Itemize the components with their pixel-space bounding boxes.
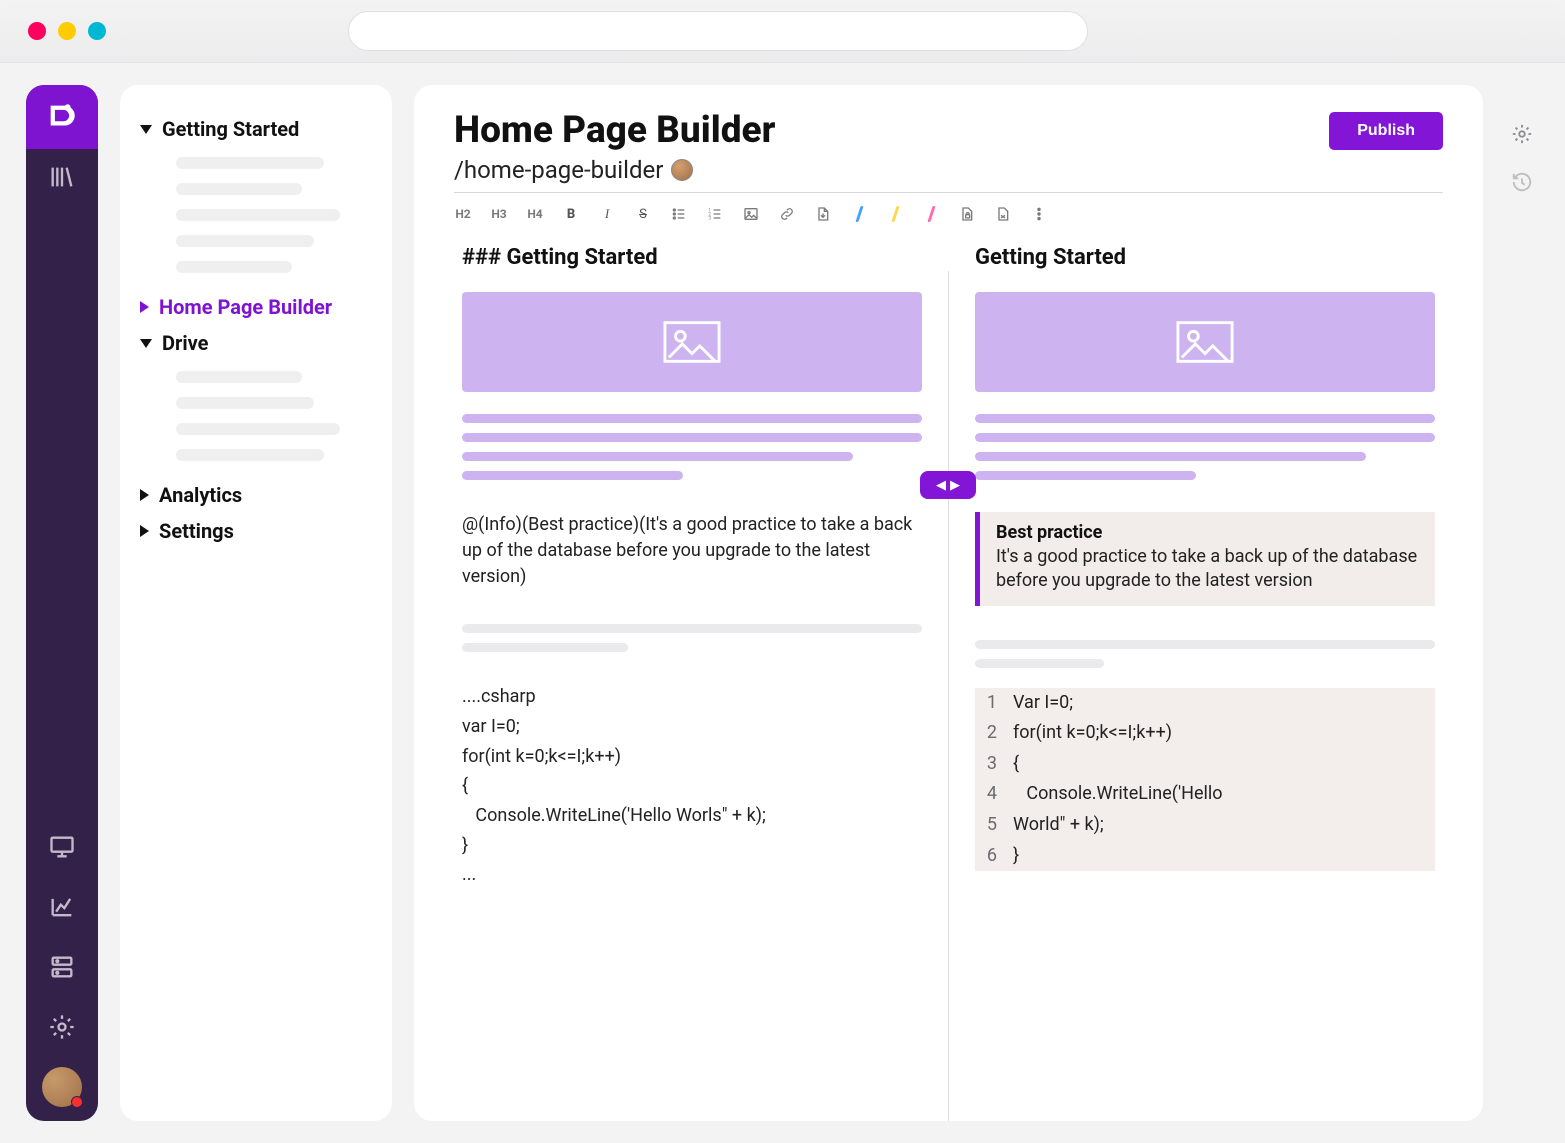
callout-title: Best practice [996, 522, 1419, 543]
paragraph-skeleton-gray [462, 624, 922, 652]
monitor-icon[interactable] [26, 819, 98, 875]
heading-h4-button[interactable]: H4 [526, 205, 544, 223]
image-button[interactable] [742, 205, 760, 223]
sidebar-item-analytics[interactable]: Analytics [138, 477, 374, 513]
preview-heading: Getting Started [975, 245, 1435, 270]
chevron-left-icon: ◀ [936, 478, 946, 493]
paragraph-skeleton [975, 414, 1435, 480]
strikethrough-button[interactable]: S [634, 205, 652, 223]
chevron-down-icon [140, 339, 152, 348]
slug-row: /home-page-builder [454, 156, 1443, 193]
callout-raw: @(Info)(Best practice)(It's a good pract… [462, 512, 922, 590]
callout-box: Best practice It's a good practice to ta… [975, 512, 1435, 606]
sidebar-item-home-page-builder[interactable]: Home Page Builder [138, 289, 374, 325]
sidebar-skeleton [176, 371, 374, 461]
code-block: 1Var I=0; 2for(int k=0;k<=I;k++) 3{ 4 Co… [975, 688, 1435, 872]
chevron-right-icon [140, 489, 149, 501]
line-number: 6 [975, 841, 1007, 872]
window-controls [28, 22, 106, 40]
line-number: 4 [975, 779, 1007, 810]
sidebar-item-settings[interactable]: Settings [138, 513, 374, 549]
source-heading: ### Getting Started [462, 245, 922, 270]
settings-icon[interactable] [1511, 123, 1533, 149]
sidebar-item-label: Settings [159, 519, 234, 543]
heading-h3-button[interactable]: H3 [490, 205, 508, 223]
pane-divider: ◀ ▶ [948, 271, 949, 1121]
highlight-pink-button[interactable] [922, 205, 940, 223]
link-button[interactable] [778, 205, 796, 223]
lock-file-button[interactable] [958, 205, 976, 223]
collaborator-avatar[interactable] [671, 159, 693, 181]
image-placeholder [975, 292, 1435, 392]
server-icon[interactable] [26, 939, 98, 995]
page-slug[interactable]: /home-page-builder [454, 156, 663, 184]
chevron-right-icon: ▶ [950, 478, 960, 493]
line-number: 1 [975, 688, 1007, 719]
paragraph-skeleton [462, 414, 922, 480]
source-pane[interactable]: ### Getting Started @(Info)(Best practic… [454, 235, 948, 1121]
sidebar-nav: Getting Started Home Page Builder Drive [120, 85, 392, 1121]
user-avatar[interactable] [42, 1067, 82, 1107]
line-number: 3 [975, 749, 1007, 780]
image-placeholder[interactable] [462, 292, 922, 392]
history-icon[interactable] [1511, 171, 1533, 197]
highlight-yellow-button[interactable] [886, 205, 904, 223]
paragraph-skeleton-gray [975, 640, 1435, 668]
highlight-blue-button[interactable] [850, 205, 868, 223]
maximize-window-dot[interactable] [88, 22, 106, 40]
app-logo[interactable] [26, 85, 98, 149]
chevron-right-icon [140, 525, 149, 537]
close-window-dot[interactable] [28, 22, 46, 40]
utility-rail [1505, 85, 1539, 1121]
publish-button[interactable]: Publish [1329, 112, 1443, 150]
line-number: 2 [975, 718, 1007, 749]
browser-titlebar [0, 0, 1565, 63]
svg-text:3: 3 [708, 215, 711, 221]
bold-button[interactable]: B [562, 205, 580, 223]
more-options-button[interactable] [1030, 205, 1048, 223]
analytics-icon[interactable] [26, 879, 98, 935]
sidebar-item-label: Analytics [159, 483, 242, 507]
callout-body: It's a good practice to take a back up o… [996, 545, 1419, 594]
sidebar-item-label: Drive [162, 331, 208, 355]
attachment-button[interactable] [814, 205, 832, 223]
minimize-window-dot[interactable] [58, 22, 76, 40]
gear-icon[interactable] [26, 999, 98, 1055]
sidebar-skeleton [176, 157, 374, 273]
sidebar-item-label: Getting Started [162, 117, 299, 141]
code-raw: ....csharp var I=0; for(int k=0;k<=I;k++… [462, 682, 922, 890]
page-title: Home Page Builder [454, 109, 775, 152]
numbered-list-button[interactable]: 123 [706, 205, 724, 223]
editor-panel: Home Page Builder Publish /home-page-bui… [414, 85, 1483, 1121]
formatting-toolbar: H2 H3 H4 B I S 123 [454, 193, 1443, 235]
chevron-right-icon [140, 301, 149, 313]
sidebar-item-drive[interactable]: Drive [138, 325, 374, 361]
heading-h2-button[interactable]: H2 [454, 205, 472, 223]
library-icon[interactable] [26, 149, 98, 205]
address-bar[interactable] [348, 11, 1088, 51]
preview-pane: Getting Started Best practice It's a goo… [949, 235, 1443, 1121]
delete-file-button[interactable] [994, 205, 1012, 223]
line-number: 5 [975, 810, 1007, 841]
bullet-list-button[interactable] [670, 205, 688, 223]
sidebar-item-label: Home Page Builder [159, 295, 332, 319]
app-rail [26, 85, 98, 1121]
italic-button[interactable]: I [598, 205, 616, 223]
pane-split-handle[interactable]: ◀ ▶ [920, 471, 976, 499]
chevron-down-icon [140, 125, 152, 134]
sidebar-item-getting-started[interactable]: Getting Started [138, 111, 374, 147]
